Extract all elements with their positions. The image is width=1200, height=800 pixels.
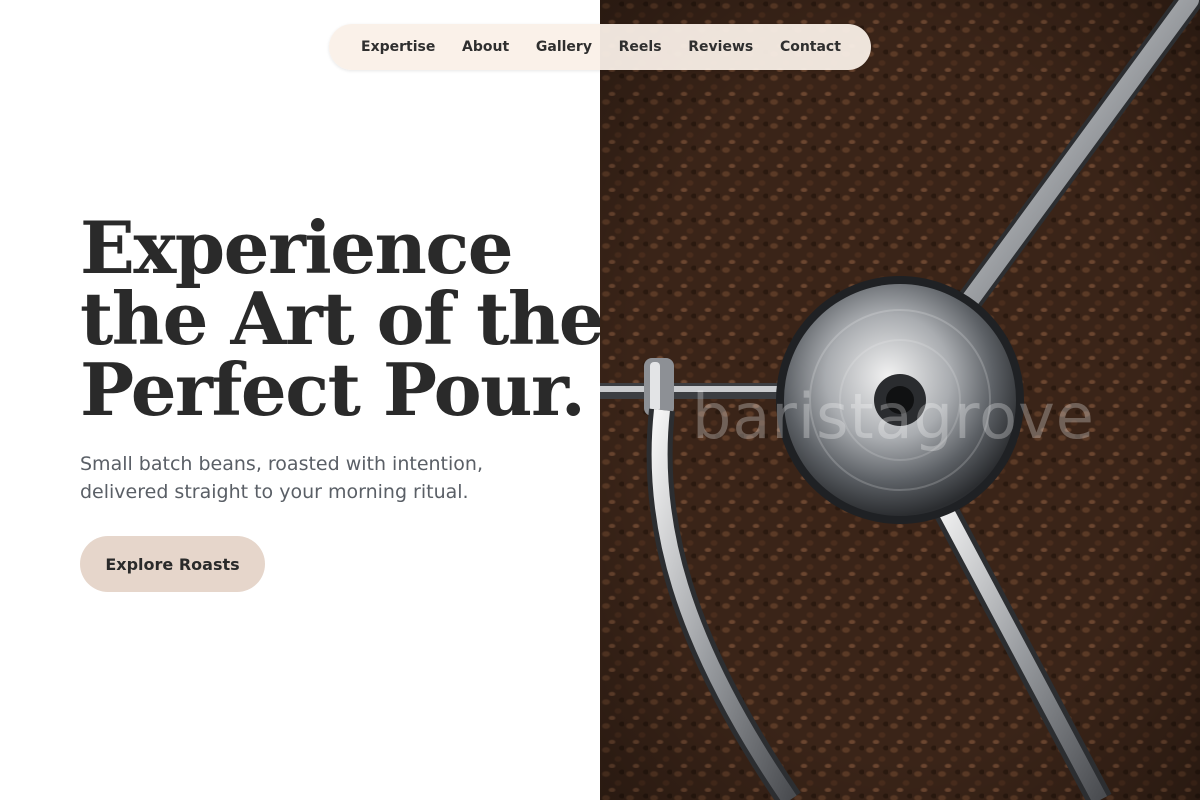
coffee-roaster-photo: baristagrove — [600, 0, 1200, 800]
explore-roasts-button[interactable]: Explore Roasts — [80, 536, 265, 592]
nav-link-gallery[interactable]: Gallery — [526, 33, 602, 61]
subtitle-line: delivered straight to your morning ritua… — [80, 481, 469, 503]
nav-link-reels[interactable]: Reels — [609, 33, 672, 61]
landing-page: Experience the Art of the Perfect Pour. … — [0, 0, 1200, 800]
hero-section: Experience the Art of the Perfect Pour. … — [0, 0, 605, 800]
hero-headline: Experience the Art of the Perfect Pour. — [80, 205, 605, 432]
hero-subtitle: Small batch beans, roasted with intentio… — [80, 450, 483, 506]
subtitle-line: Small batch beans, roasted with intentio… — [80, 453, 483, 475]
headline-line: Perfect Pour. — [80, 347, 586, 432]
headline-line: the Art of the — [80, 276, 605, 361]
headline-line: Experience — [80, 205, 514, 290]
nav-link-contact[interactable]: Contact — [770, 33, 851, 61]
top-navigation: Expertise About Gallery Reels Reviews Co… — [329, 24, 871, 70]
photo-watermark: baristagrove — [692, 380, 1095, 453]
nav-link-expertise[interactable]: Expertise — [351, 33, 445, 61]
nav-link-about[interactable]: About — [452, 33, 519, 61]
nav-link-reviews[interactable]: Reviews — [678, 33, 763, 61]
